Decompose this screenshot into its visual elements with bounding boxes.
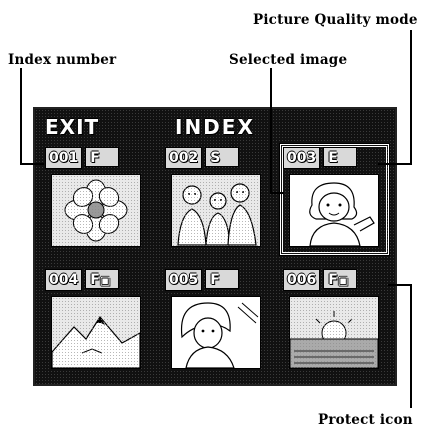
index-number: 006 (283, 269, 321, 291)
leader-line-protect-icon-h (388, 284, 412, 286)
callout-protect-icon: Protect icon (318, 412, 413, 428)
protect-icon: ▣ (337, 274, 349, 287)
index-cell-003[interactable]: 003 E (279, 143, 390, 256)
thumbnail-image[interactable] (171, 296, 261, 369)
cell-label-bar: 005 F (165, 269, 267, 291)
cell-label-bar: 006 F▣ (283, 269, 385, 291)
woman-icon (180, 302, 259, 368)
thumbnail-image[interactable] (289, 296, 379, 369)
callout-picture-quality-mode: Picture Quality mode (253, 12, 418, 28)
thumbnail-image[interactable] (289, 174, 379, 247)
leader-line-protect-icon (410, 284, 412, 408)
index-cell-005[interactable]: 005 F (165, 269, 267, 373)
exit-button[interactable]: EXIT (45, 115, 99, 139)
callout-selected-image: Selected image (229, 52, 348, 68)
leader-line-picture-quality-h (378, 163, 412, 165)
index-number: 002 (165, 147, 203, 169)
index-number: 001 (45, 147, 83, 169)
index-cell-002[interactable]: 002 S (165, 147, 267, 251)
thumbnail-image[interactable] (51, 174, 141, 247)
girl-icon (309, 182, 375, 246)
callout-index-number: Index number (8, 52, 117, 68)
cell-label-bar: 001 F (45, 147, 147, 169)
quality-mode: E (323, 147, 358, 167)
thumbnail-image[interactable] (51, 296, 141, 369)
quality-mode: F (85, 147, 120, 167)
index-cell-004[interactable]: 004 F▣ (45, 269, 147, 373)
index-cell-006[interactable]: 006 F▣ (283, 269, 385, 373)
leader-line-index-number (20, 68, 22, 164)
cell-label-bar: 004 F▣ (45, 269, 147, 291)
thumbnail-image[interactable] (171, 174, 261, 247)
protect-icon: ▣ (99, 274, 111, 287)
leader-line-selected-image (270, 68, 272, 193)
cell-label-bar: 003 E (283, 147, 385, 169)
index-number: 004 (45, 269, 83, 291)
quality-mode: F▣ (85, 269, 120, 289)
cell-label-bar: 002 S (165, 147, 267, 169)
index-cell-001[interactable]: 001 F (45, 147, 147, 251)
leader-line-index-number-h (20, 163, 44, 165)
quality-mode: S (205, 147, 240, 167)
leader-line-picture-quality (410, 30, 412, 165)
leader-line-selected-image-h (270, 192, 284, 194)
index-number: 003 (283, 147, 321, 169)
screen-title: INDEX (175, 115, 255, 139)
quality-mode: F (205, 269, 240, 289)
index-screen: EXIT INDEX 001 F 002 S 003 E 004 F▣ 005 … (33, 107, 397, 386)
quality-mode: F▣ (323, 269, 358, 289)
index-number: 005 (165, 269, 203, 291)
